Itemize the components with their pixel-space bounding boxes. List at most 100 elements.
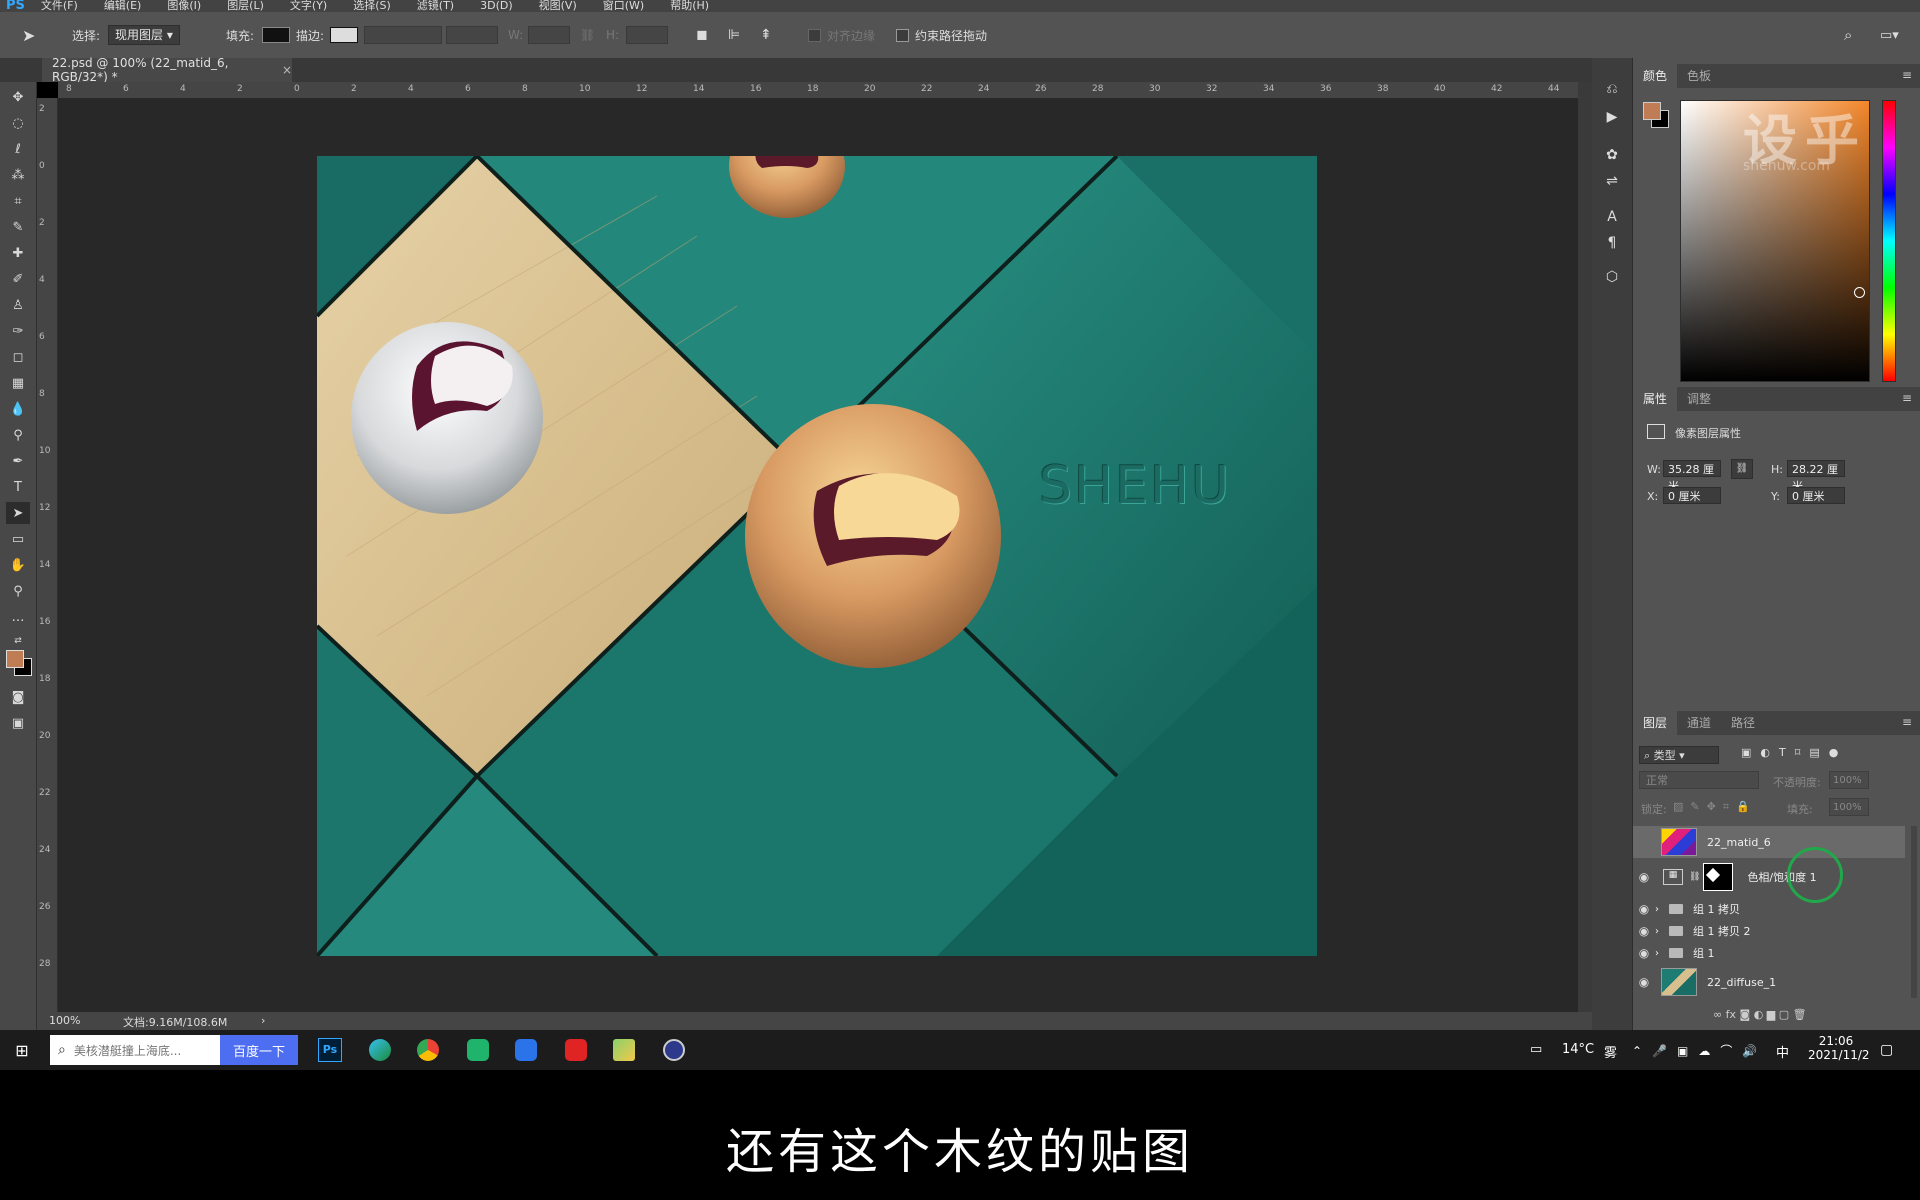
workspace-switcher-icon[interactable]: ▭▾ [1880,25,1899,45]
menu-type[interactable]: 文字(Y) [290,0,327,12]
menu-help[interactable]: 帮助(H) [670,0,709,12]
more-tools-icon[interactable]: … [6,606,30,628]
tab-layers[interactable]: 图层 [1633,711,1678,735]
path-operations-icon[interactable]: ◼ [696,25,708,45]
menu-file[interactable]: 文件(F) [41,0,78,12]
layers-footer-icons[interactable]: ∞ fx ◙ ◐ ▆ ▢ 🗑 [1713,1008,1807,1021]
layer-filter-dropdown[interactable]: ⌕ 类型 ▾ [1639,746,1719,764]
app-blue-icon[interactable] [506,1035,546,1065]
status-menu-arrow[interactable]: › [261,1014,265,1027]
hue-slider[interactable] [1882,100,1896,382]
dodge-tool-icon[interactable]: ⚲ [6,424,30,446]
width-field[interactable]: 35.28 厘米 [1663,460,1721,493]
eraser-tool-icon[interactable]: ◻ [6,346,30,368]
quick-mask-icon[interactable]: ◙ [6,686,30,708]
visibility-toggle[interactable]: ◉ [1633,946,1655,960]
taskbar-search-input[interactable]: ⌕ 美核潜艇撞上海底... [50,1035,220,1065]
notification-icon[interactable]: ▢ [1880,1042,1893,1058]
menu-window[interactable]: 窗口(W) [603,0,644,12]
blend-mode-dropdown[interactable]: 正常 [1639,771,1759,789]
history-brush-tool-icon[interactable]: ✑ [6,320,30,342]
link-dimensions-icon[interactable]: ⛓ [1731,459,1753,479]
blur-tool-icon[interactable]: 💧 [6,398,30,420]
tab-properties[interactable]: 属性 [1633,387,1678,411]
temperature[interactable]: 14°C [1562,1042,1594,1057]
menu-layer[interactable]: 图层(L) [227,0,264,12]
pen-tool-icon[interactable]: ✒ [6,450,30,472]
visibility-toggle[interactable]: ◉ [1633,975,1655,989]
type-tool-icon[interactable]: T [6,476,30,498]
height-input[interactable] [626,26,668,44]
panel-menu-icon[interactable]: ≡ [1902,391,1912,405]
gradient-tool-icon[interactable]: ▦ [6,372,30,394]
color-picker-ring[interactable] [1854,287,1865,298]
baidu-search-button[interactable]: 百度一下 [220,1035,298,1065]
eyedropper-tool-icon[interactable]: ✎ [6,216,30,238]
clone-stamp-tool-icon[interactable]: ♙ [6,294,30,316]
tab-adjustments[interactable]: 调整 [1677,387,1721,411]
brush-tool-icon[interactable]: ✐ [6,268,30,290]
layer-filter-icons[interactable]: ▣◐T⌑▤● [1741,746,1847,759]
search-icon[interactable]: ⌕ [1844,25,1852,45]
visibility-toggle[interactable]: 👁 [1633,835,1655,849]
lasso-tool-icon[interactable]: ℓ [6,138,30,160]
expand-group-icon[interactable]: › [1655,904,1669,915]
close-tab-icon[interactable]: × [282,63,292,77]
path-alignment-icon[interactable]: ⊫ [728,25,740,45]
vertical-scrollbar[interactable] [1578,82,1592,1012]
lock-icons[interactable]: ▨✎✥⌗🔒 [1673,800,1757,814]
marquee-tool-icon[interactable]: ◌ [6,112,30,134]
healing-brush-tool-icon[interactable]: ✚ [6,242,30,264]
system-tray-icons[interactable]: ⌃🎤▣☁⌒🔊 [1632,1042,1767,1059]
x-field[interactable]: 0 厘米 [1663,487,1721,504]
layer-group-row[interactable]: ◉ › 组 1 拷贝 2 [1633,920,1905,942]
constrain-path-checkbox[interactable] [896,28,909,42]
layer-row[interactable]: ◉ 22_diffuse_1 [1633,966,1905,998]
path-selection-tool-icon[interactable]: ➤ [6,502,30,524]
menu-edit[interactable]: 编辑(E) [104,0,142,12]
opacity-field[interactable]: 100% [1829,771,1869,789]
menu-select[interactable]: 选择(S) [353,0,391,12]
edge-browser-icon[interactable] [360,1035,400,1065]
3d-icon[interactable]: ⬡ [1600,266,1624,288]
image-viewer-icon[interactable] [604,1035,644,1065]
layer-row[interactable]: ◉ ▦ ⛓ 色相/饱和度 1 [1633,860,1905,894]
zoom-tool-icon[interactable]: ⚲ [6,580,30,602]
document-tab[interactable]: 22.psd @ 100% (22_matid_6, RGB/32*) * × [42,56,292,84]
move-tool-icon[interactable]: ✥ [6,86,30,108]
document-canvas[interactable]: SHEHU [317,156,1317,956]
layer-group-row[interactable]: ◉ › 组 1 拷贝 [1633,898,1905,920]
windows-start-icon[interactable]: ⊞ [2,1035,42,1065]
mask-link-icon[interactable]: ⛓ [1689,872,1700,882]
menu-view[interactable]: 视图(V) [539,0,577,12]
brush-settings-icon[interactable]: ✿ [1600,144,1624,166]
adjustments-icon[interactable]: ⇌ [1600,170,1624,192]
photoshop-taskbar-icon[interactable]: Ps [310,1035,350,1065]
cinema4d-icon[interactable] [654,1035,694,1065]
select-dropdown[interactable]: 现用图层 ▾ [108,25,180,45]
height-field[interactable]: 28.22 厘米 [1787,460,1845,493]
panel-menu-icon[interactable]: ≡ [1902,715,1912,729]
align-edges-checkbox[interactable] [808,28,821,42]
expand-group-icon[interactable]: › [1655,926,1669,937]
tab-channels[interactable]: 通道 [1677,711,1721,735]
magic-wand-tool-icon[interactable]: ⁂ [6,164,30,186]
visibility-toggle[interactable]: ◉ [1633,924,1655,938]
layer-mask-thumbnail[interactable] [1703,863,1734,891]
layers-scrollbar[interactable] [1911,826,1917,998]
tab-swatches[interactable]: 色板 [1677,64,1721,88]
fill-field[interactable]: 100% [1829,798,1869,816]
video-player-icon[interactable] [458,1035,498,1065]
rectangle-tool-icon[interactable]: ▭ [6,528,30,550]
tab-color[interactable]: 颜色 [1633,64,1678,88]
expand-group-icon[interactable]: › [1655,948,1669,959]
zoom-level[interactable]: 100% [49,1014,80,1027]
path-selection-tool-icon[interactable]: ➤ [22,25,35,45]
stroke-type-dropdown[interactable] [446,26,498,44]
clock[interactable]: 21:06 2021/11/2 [1808,1034,1870,1062]
photoshop-logo[interactable]: PS [6,0,25,12]
character-icon[interactable]: A [1600,206,1624,228]
fill-swatch[interactable] [262,27,290,43]
tab-paths[interactable]: 路径 [1721,711,1765,735]
weather-widget-icon[interactable]: ▭ [1530,1042,1542,1057]
